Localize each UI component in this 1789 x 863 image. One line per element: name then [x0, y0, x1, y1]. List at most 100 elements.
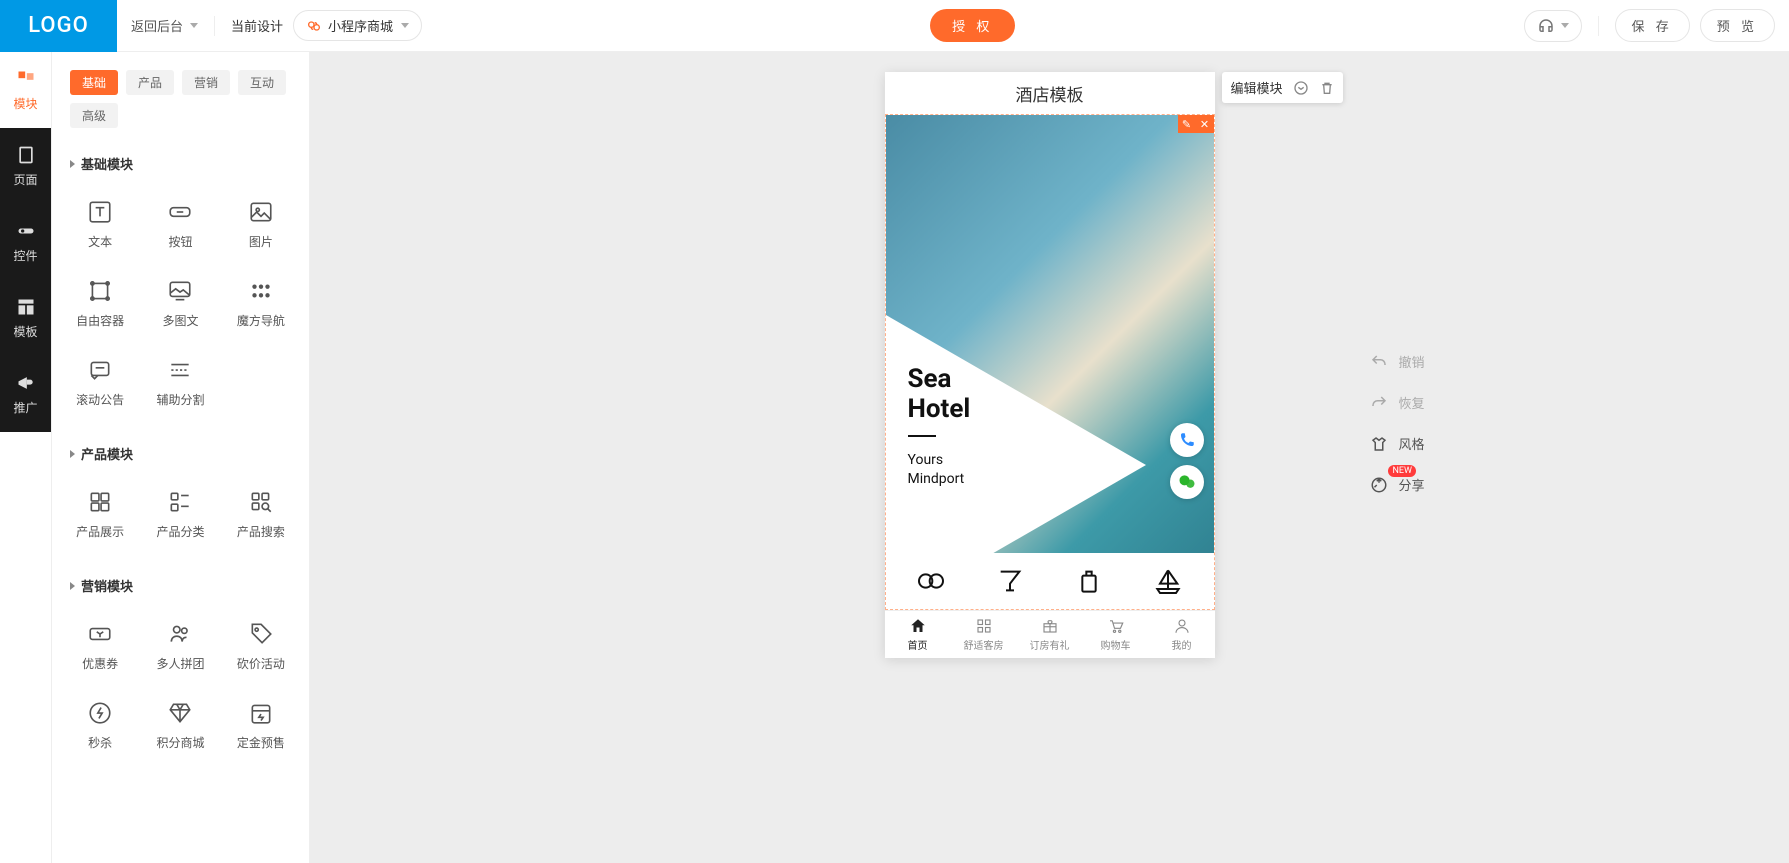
comp-cubnav[interactable]: 魔方导航	[223, 266, 299, 341]
trash-icon[interactable]	[1319, 80, 1335, 96]
save-button[interactable]: 保 存	[1615, 9, 1690, 42]
marketing-grid: 优惠券 多人拼团 砍价活动 秒杀 积分商城 定金预售	[52, 603, 309, 769]
comp-coupon[interactable]: 优惠券	[62, 609, 138, 684]
chevron-down-circle-icon[interactable]	[1293, 80, 1309, 96]
back-button[interactable]: 返回后台	[131, 16, 198, 35]
comp-points[interactable]: 积分商城	[142, 688, 218, 763]
comp-image[interactable]: 图片	[223, 187, 299, 262]
rail-label: 控件	[13, 247, 37, 264]
wechat-button[interactable]	[1170, 465, 1204, 499]
phone-body[interactable]: ✎✕ SeaHotel YoursMindport	[885, 114, 1215, 610]
logo: LOGO	[0, 0, 117, 52]
comp-button[interactable]: 按钮	[142, 187, 218, 262]
comp-product-category[interactable]: 产品分类	[142, 477, 218, 552]
tab-gift[interactable]: 订房有礼	[1017, 611, 1083, 658]
sail-icon[interactable]	[1152, 565, 1184, 597]
tag-icon	[248, 621, 274, 647]
comp-flash[interactable]: 秒杀	[62, 688, 138, 763]
support-button[interactable]	[1524, 10, 1582, 42]
comp-label: 秒杀	[88, 734, 112, 751]
comp-label: 按钮	[168, 233, 192, 250]
comp-freecontainer[interactable]: 自由容器	[62, 266, 138, 341]
tab-label: 首页	[908, 637, 928, 652]
call-button[interactable]	[1170, 423, 1204, 457]
undo-button[interactable]: 撤销	[1370, 352, 1424, 371]
notice-icon	[87, 357, 113, 383]
redo-button[interactable]: 恢复	[1370, 393, 1424, 412]
search-products-icon	[248, 489, 274, 515]
rail-modules[interactable]: 模块	[0, 52, 51, 128]
products-icon	[87, 489, 113, 515]
top-right: 保 存 预 览	[1524, 9, 1775, 42]
comp-notice[interactable]: 滚动公告	[62, 345, 138, 420]
tab-cart[interactable]: 购物车	[1083, 611, 1149, 658]
tab-rooms[interactable]: 舒适客房	[951, 611, 1017, 658]
rail-templates[interactable]: 模板	[0, 280, 51, 356]
category-icon	[167, 489, 193, 515]
redo-icon	[1370, 394, 1388, 412]
canvas[interactable]: 酒店模板 编辑模块 ✎✕ SeaHotel YoursMindport	[310, 52, 1789, 863]
comp-product-display[interactable]: 产品展示	[62, 477, 138, 552]
rail-widgets[interactable]: 控件	[0, 204, 51, 280]
tab-product[interactable]: 产品	[126, 70, 174, 95]
goggles-icon[interactable]	[915, 565, 947, 597]
section-marketing[interactable]: 营销模块	[52, 558, 309, 603]
chevron-down-icon	[1561, 23, 1569, 28]
tab-marketing[interactable]: 营销	[182, 70, 230, 95]
calendar-icon	[248, 700, 274, 726]
rooms-icon	[975, 617, 993, 635]
style-button[interactable]: 风格	[1370, 434, 1424, 453]
authorize-button[interactable]: 授 权	[930, 9, 1015, 42]
cocktail-icon[interactable]	[994, 565, 1026, 597]
shirt-icon	[1370, 435, 1388, 453]
tab-interaction[interactable]: 互动	[238, 70, 286, 95]
rail-label: 模板	[13, 323, 37, 340]
rail-pages[interactable]: 页面	[0, 128, 51, 204]
button-icon	[167, 199, 193, 225]
comp-label: 优惠券	[82, 655, 118, 672]
comp-label: 文本	[88, 233, 112, 250]
edit-module-label[interactable]: 编辑模块	[1230, 78, 1282, 97]
tab-mine[interactable]: 我的	[1149, 611, 1215, 658]
tab-home[interactable]: 首页	[885, 611, 951, 658]
triangle-icon	[70, 160, 75, 168]
phone-tabbar: 首页 舒适客房 订房有礼 购物车 我的	[885, 610, 1215, 658]
divider	[214, 16, 215, 36]
diamond-icon	[167, 700, 193, 726]
tab-advanced[interactable]: 高级	[70, 103, 118, 128]
hero-sub-1: Yours	[908, 452, 944, 468]
product-grid: 产品展示 产品分类 产品搜索	[52, 471, 309, 558]
comp-label: 砍价活动	[237, 655, 285, 672]
comp-bargain[interactable]: 砍价活动	[223, 609, 299, 684]
luggage-icon[interactable]	[1073, 565, 1105, 597]
component-panel: 基础 产品 营销 互动 高级 基础模块 文本 按钮 图片 自由容器 多图文 魔方…	[52, 52, 310, 863]
section-product[interactable]: 产品模块	[52, 426, 309, 471]
triangle-icon	[70, 582, 75, 590]
section-title: 营销模块	[81, 576, 133, 595]
left-rail: 模块 页面 控件 模板 推广	[0, 52, 52, 863]
chevron-down-icon	[401, 23, 409, 28]
tool-label: 风格	[1398, 434, 1424, 453]
top-left: 返回后台 当前设计 小程序商城	[117, 10, 422, 41]
preview-button[interactable]: 预 览	[1700, 9, 1775, 42]
comp-product-search[interactable]: 产品搜索	[223, 477, 299, 552]
selection-handles[interactable]: ✎✕	[1178, 115, 1214, 133]
share-button[interactable]: NEW 分享	[1370, 475, 1424, 494]
comp-presale[interactable]: 定金预售	[223, 688, 299, 763]
current-design-value: 小程序商城	[328, 16, 393, 35]
rail-promotion[interactable]: 推广	[0, 356, 51, 432]
current-design-selector[interactable]: 小程序商城	[293, 10, 422, 41]
comp-multiimage[interactable]: 多图文	[142, 266, 218, 341]
comp-label: 辅助分割	[156, 391, 204, 408]
home-icon	[909, 617, 927, 635]
rail-label: 推广	[13, 399, 37, 416]
share-icon	[1370, 476, 1388, 494]
template-icon	[16, 297, 36, 317]
comp-divider[interactable]: 辅助分割	[142, 345, 218, 420]
tab-basic[interactable]: 基础	[70, 70, 118, 95]
section-basic[interactable]: 基础模块	[52, 136, 309, 181]
canvas-side-tools: 撤销 恢复 风格 NEW 分享	[1370, 352, 1424, 494]
container-icon	[87, 278, 113, 304]
comp-text[interactable]: 文本	[62, 187, 138, 262]
comp-groupbuy[interactable]: 多人拼团	[142, 609, 218, 684]
